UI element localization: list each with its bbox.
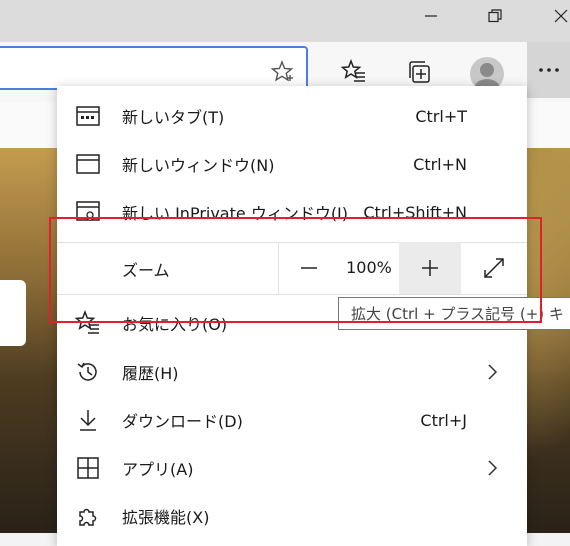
restore-button[interactable] [472, 0, 518, 32]
apps-icon [75, 455, 101, 481]
more-horizontal-icon [538, 68, 559, 72]
minimize-button[interactable] [408, 0, 454, 32]
settings-and-more-button[interactable] [527, 42, 570, 98]
minimize-icon [425, 15, 437, 17]
restore-icon [488, 9, 502, 23]
menu-item-shortcut: Ctrl+J [420, 410, 467, 430]
close-icon [554, 9, 568, 23]
menu-item-history[interactable]: 履歴(H) [57, 348, 527, 396]
address-bar[interactable] [0, 46, 308, 90]
highlight-box [49, 217, 542, 323]
menu-item-label: 新しいタブ(T) [122, 108, 225, 127]
chevron-right-icon [488, 364, 498, 380]
page-search-card [0, 280, 26, 346]
history-icon [75, 359, 101, 385]
favorites-button[interactable] [338, 56, 370, 88]
extensions-icon [75, 503, 101, 529]
menu-item-new-tab[interactable]: 新しいタブ(T) Ctrl+T [57, 92, 527, 140]
new-tab-icon [75, 103, 101, 129]
collections-icon [409, 61, 430, 83]
star-add-icon [270, 60, 294, 82]
add-favorite-button[interactable] [266, 56, 298, 88]
chevron-right-icon [488, 460, 498, 476]
menu-item-downloads[interactable]: ダウンロード(D) Ctrl+J [57, 396, 527, 444]
menu-item-label: アプリ(A) [122, 460, 194, 479]
collections-button[interactable] [404, 56, 436, 88]
favorites-list-icon [341, 59, 365, 82]
close-button[interactable] [538, 0, 570, 32]
menu-item-label: ダウンロード(D) [122, 412, 243, 431]
menu-item-label: 新しいウィンドウ(N) [122, 156, 275, 175]
menu-item-shortcut: Ctrl+T [415, 106, 467, 126]
menu-item-label: 履歴(H) [122, 364, 179, 383]
menu-item-new-window[interactable]: 新しいウィンドウ(N) Ctrl+N [57, 140, 527, 188]
download-icon [75, 407, 101, 433]
new-window-icon [75, 151, 101, 177]
menu-item-apps[interactable]: アプリ(A) [57, 444, 527, 492]
menu-item-shortcut: Ctrl+N [413, 154, 467, 174]
title-bar [0, 0, 570, 42]
menu-item-label: 拡張機能(X) [122, 508, 210, 527]
